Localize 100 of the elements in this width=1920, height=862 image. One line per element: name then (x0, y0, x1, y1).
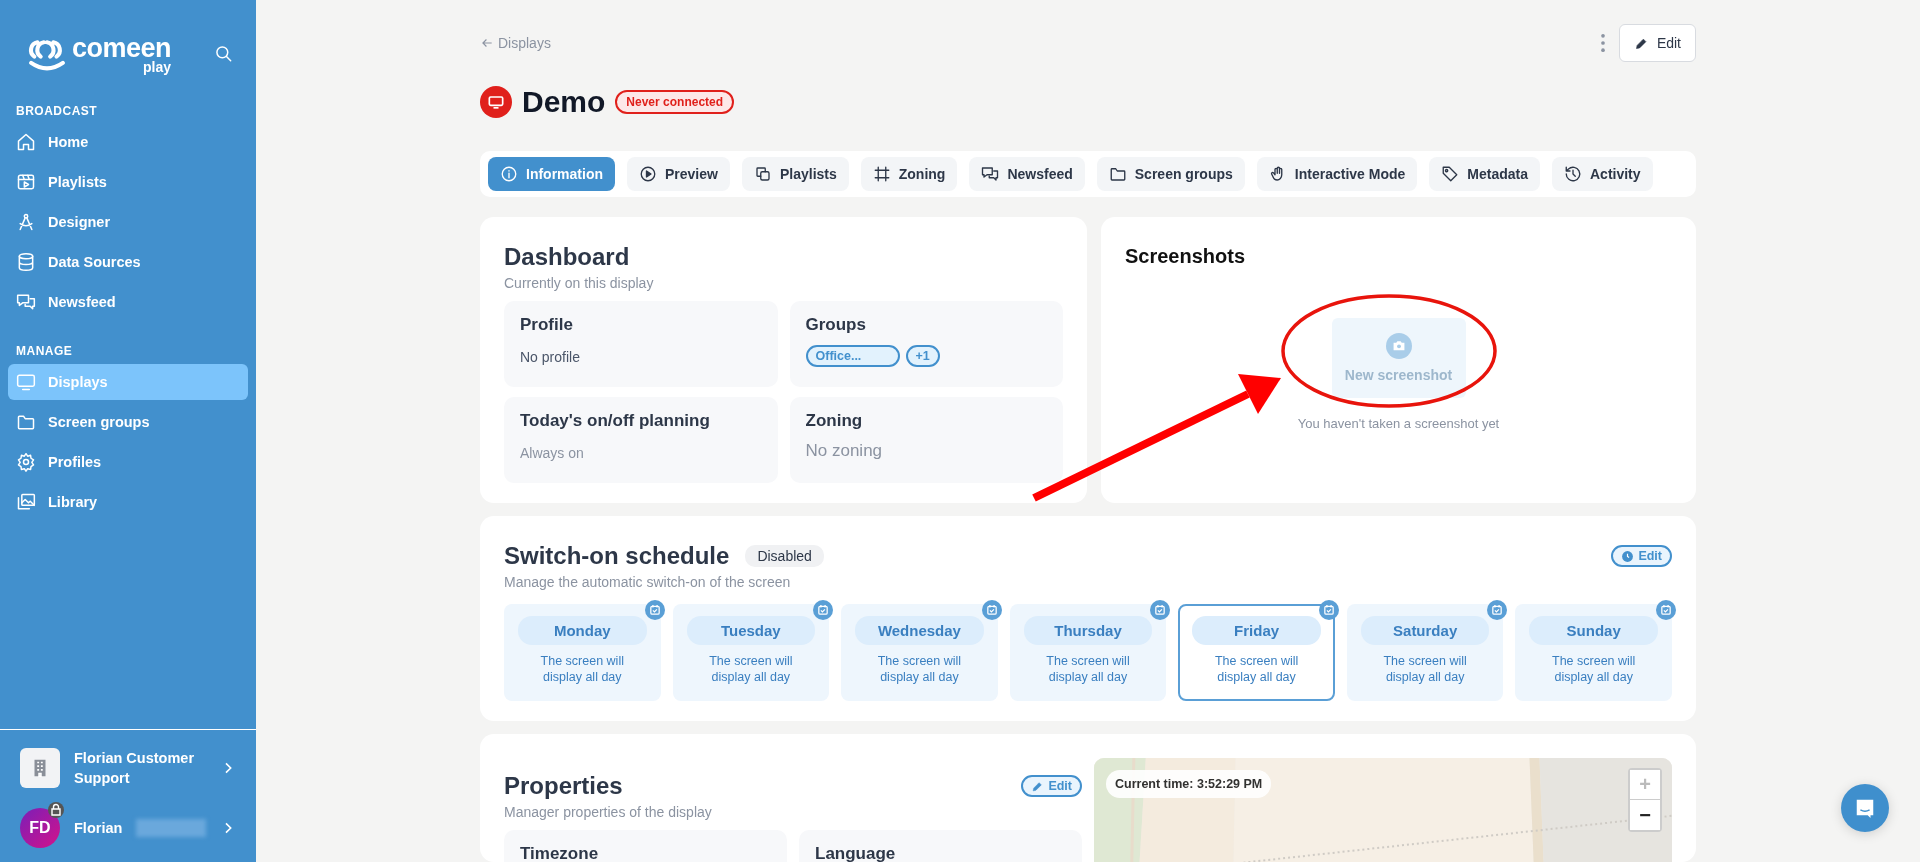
tile-title: Language (815, 844, 897, 862)
card-title: Switch-on schedule (504, 542, 730, 570)
card-title: Screenshots (1125, 245, 1246, 268)
organization-switcher[interactable]: Florian Customer Support (20, 748, 236, 788)
day-description: The screen will display all day (1045, 653, 1131, 685)
sidebar-item[interactable]: Screen groups (8, 404, 248, 440)
day-name: Friday (1192, 616, 1321, 645)
calendar-check-icon (1487, 600, 1508, 620)
chat-bubbles-icon (981, 165, 1000, 183)
app-logo[interactable]: comeen play (26, 34, 172, 74)
card-subtitle: Manager properties of the display (504, 804, 713, 820)
card-subtitle: Manage the automatic switch-on of the screen (504, 574, 792, 590)
day-description: The screen will display all day (708, 653, 794, 685)
tile-title: Groups (805, 315, 867, 335)
folder-icon (16, 412, 36, 432)
tile-title: Today's on/off planning (520, 411, 711, 431)
chat-button[interactable] (1841, 784, 1889, 832)
tile-title: Profile (520, 315, 574, 335)
calendar-check-icon (1656, 600, 1676, 620)
sidebar-item[interactable]: Data Sources (8, 244, 248, 280)
sidebar-item[interactable]: Profiles (8, 444, 248, 480)
day-name: Wednesday (855, 616, 984, 645)
tab[interactable]: Playlists (741, 157, 849, 191)
calendar-check-icon (813, 600, 834, 620)
clock-icon (1621, 549, 1635, 563)
folder-icon (1108, 165, 1127, 183)
house-icon (16, 132, 36, 152)
chat-bubbles-icon (16, 292, 36, 312)
sidebar-item[interactable]: Designer (8, 204, 248, 240)
squares-icon (753, 165, 772, 183)
tile-value: No profile (520, 349, 581, 365)
status-badge: Disabled (745, 545, 824, 567)
vertical-dots-icon (1600, 34, 1605, 52)
search-icon (214, 44, 234, 64)
camera-icon (1385, 333, 1412, 359)
tab[interactable]: Metadata (1429, 157, 1540, 191)
tile-title: Timezone (520, 844, 600, 862)
logo-subtitle: play (143, 59, 172, 74)
user-name: Florian (74, 820, 123, 836)
section-heading: MANAGE (15, 344, 74, 358)
database-icon (16, 252, 36, 272)
sidebar-item[interactable]: Library (8, 484, 248, 520)
card-title: Dashboard (504, 243, 631, 271)
day-name: Saturday (1360, 616, 1490, 645)
tile-value: No zoning (805, 441, 884, 461)
tab[interactable]: Preview (627, 157, 730, 191)
tile-value: Always on (520, 445, 585, 461)
tab[interactable]: Information (488, 157, 615, 191)
logo-wordmark: comeen (72, 34, 172, 62)
day-name: Monday (518, 616, 647, 645)
sidebar-item[interactable]: Home (8, 124, 248, 160)
pencil-icon (1031, 779, 1045, 793)
day-name: Thursday (1023, 616, 1153, 645)
card-title: Properties (504, 772, 623, 800)
arrow-left-icon (480, 36, 494, 50)
edit-button[interactable]: Edit (1618, 24, 1696, 62)
day-description: The screen will display all day (1382, 653, 1468, 685)
group-tag[interactable]: +1 (905, 345, 940, 367)
more-button[interactable] (1600, 34, 1605, 52)
day-description: The screen will display all day (1551, 653, 1637, 685)
sidebar-item[interactable]: Playlists (8, 164, 248, 200)
user-menu[interactable]: FD Florian (20, 802, 236, 848)
edit-button[interactable]: Edit (1021, 775, 1082, 797)
tab[interactable]: Newsfeed (969, 157, 1085, 191)
day-description: The screen will display all day (539, 653, 625, 685)
page-title: Demo (522, 85, 606, 119)
user-avatar: FD (20, 808, 60, 848)
card-subtitle: Currently on this display (504, 275, 655, 291)
organization-name: Florian Customer Support (74, 749, 196, 788)
clapperboard-icon (16, 172, 36, 192)
back-link[interactable]: Displays (480, 35, 551, 51)
search-button[interactable] (214, 44, 234, 64)
settings-icon (16, 452, 36, 472)
status-badge: Never connected (615, 90, 735, 114)
tab[interactable]: Screen groups (1096, 157, 1245, 191)
info-icon (500, 165, 518, 183)
edit-button[interactable]: Edit (1611, 545, 1672, 567)
play-circle-icon (639, 165, 657, 183)
lock-badge-icon (48, 802, 64, 818)
calendar-check-icon (1318, 600, 1339, 620)
zoom-in-button[interactable]: + (1630, 770, 1660, 800)
tab[interactable]: Zoning (860, 157, 958, 191)
day-name: Tuesday (686, 616, 816, 645)
compass-icon (16, 212, 36, 232)
sidebar-item[interactable]: Displays (8, 364, 248, 400)
current-time-label: Current time: 3:52:29 PM (1106, 770, 1272, 798)
tab[interactable]: Interactive Mode (1256, 157, 1418, 191)
monitor-icon (16, 372, 36, 392)
sidebar-item[interactable]: Newsfeed (8, 284, 248, 320)
empty-message: You haven't taken a screenshot yet (1297, 416, 1500, 431)
tile-title: Zoning (805, 411, 864, 431)
tag-icon (1441, 165, 1460, 183)
tab[interactable]: Activity (1552, 157, 1653, 191)
day-description: The screen will display all day (876, 653, 963, 685)
section-heading: BROADCAST (15, 104, 99, 118)
history-icon (1564, 165, 1582, 183)
calendar-check-icon (981, 600, 1002, 620)
frame-icon (872, 165, 891, 183)
images-icon (16, 492, 36, 512)
group-tag[interactable]: Office... (805, 345, 900, 367)
